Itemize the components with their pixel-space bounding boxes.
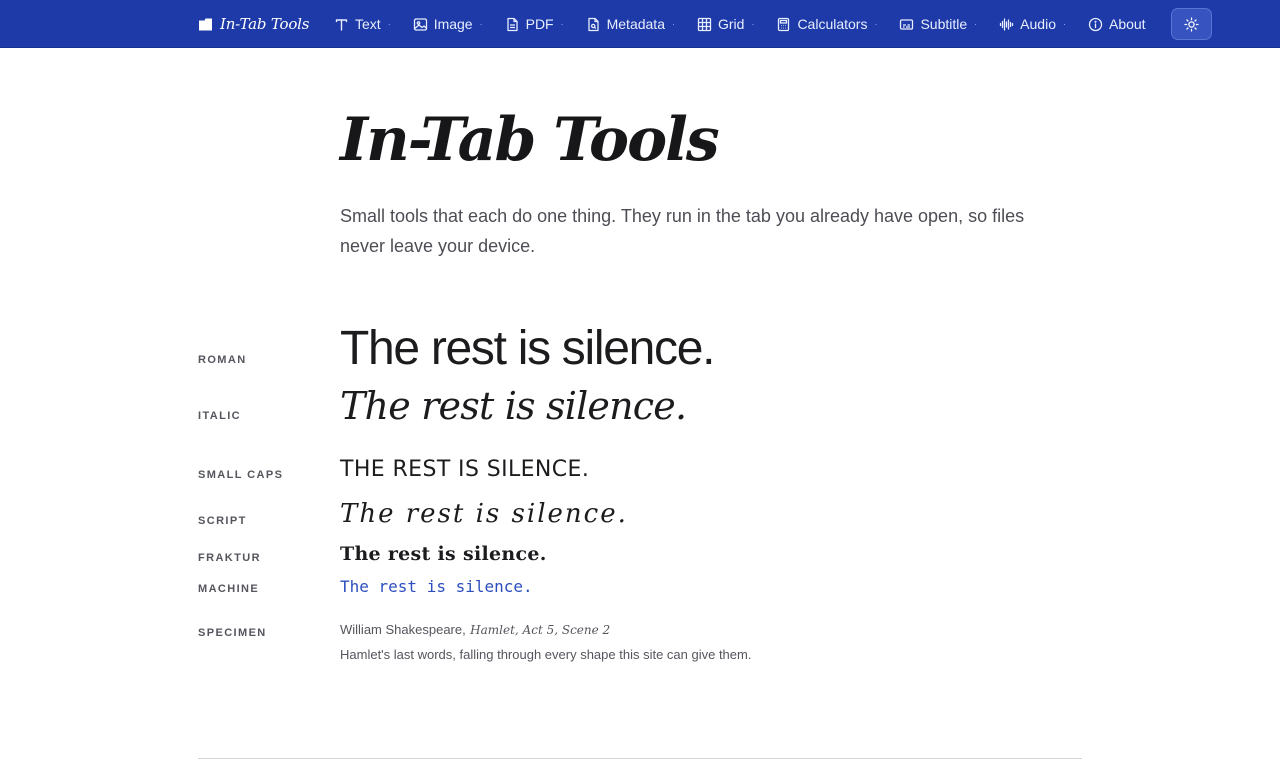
nav-item-about[interactable]: About [1088,16,1146,32]
nav-item-pdf[interactable]: PDF · [505,16,564,32]
calculator-icon [778,17,790,31]
nav-menu: Text · Image · PDF · Metadata · Grid · C… [334,0,1146,48]
nav-item-grid[interactable]: Grid · [697,16,754,32]
section-divider [198,758,1082,759]
dropdown-indicator: · [874,19,878,29]
dropdown-indicator: · [479,19,483,29]
specimen-sample-machine: The rest is silence. [340,577,533,596]
nav-item-label: Image [433,16,473,32]
specimen-label: Machine [198,583,260,595]
text-icon [335,18,348,31]
nav-item-metadata[interactable]: Metadata · [586,16,675,32]
theme-toggle-button[interactable] [1171,8,1212,40]
subtitle-icon [900,18,914,30]
dropdown-indicator: · [387,19,391,29]
nav-item-label: Text [355,16,381,32]
specimen-author: William Shakespeare, [340,622,466,637]
image-icon [413,17,427,31]
specimen-row-script: Script The rest is silence. [198,498,1098,532]
specimen-label: Fraktur [198,552,261,564]
specimen-sample-roman: The rest is silence. [340,322,715,375]
specimen-work: Hamlet, Act 5, Scene 2 [470,623,611,637]
specimen-row-credit: Specimen William Shakespeare, Hamlet, Ac… [198,620,1098,670]
specimen-row-roman: Roman The rest is silence. [198,319,1098,379]
specimen-label: Italic [198,410,242,422]
specimen-row-fraktur: Fraktur The rest is silence. [198,542,1098,568]
brand-name: In-Tab Tools [220,15,310,33]
specimen-note: Hamlet's last words, falling through eve… [340,647,752,662]
nav-item-label: Audio [1020,16,1056,32]
brand-link[interactable]: In-Tab Tools [198,0,309,48]
grid-icon [697,17,712,31]
nav-item-text[interactable]: Text · [334,16,391,32]
audio-icon [1000,17,1014,31]
nav-item-audio[interactable]: Audio · [999,16,1066,32]
specimen-row-machine: Machine The rest is silence. [198,576,1098,600]
specimen-label: Small Caps [198,469,284,481]
nav-item-image[interactable]: Image · [413,16,483,32]
nav-item-label: Grid [717,16,745,32]
specimen-label: Specimen [198,627,267,639]
specimen-row-italic: Italic The rest is silence. [198,382,1098,432]
specimen-citation: William Shakespeare, Hamlet, Act 5, Scen… [340,621,610,639]
nav-item-calculators[interactable]: Calculators · [776,16,877,32]
dropdown-indicator: · [751,19,755,29]
pdf-icon [506,17,518,31]
dropdown-indicator: · [671,19,675,29]
nav-item-label: Calculators [797,16,868,32]
nav-item-label: Subtitle [920,16,968,32]
top-nav: In-Tab Tools Text · Image · PDF · Metada… [0,0,1280,48]
specimen-sample-script: The rest is silence. [340,499,628,529]
specimen-sample-italic: The rest is silence. [340,384,687,428]
specimen-sample-fraktur: The rest is silence. [340,543,547,565]
page-intro: Small tools that each do one thing. They… [340,206,1025,256]
sun-icon [1184,16,1199,32]
dropdown-indicator: · [560,19,564,29]
specimen-row-small-caps: Small Caps THE REST IS SILENCE. [198,455,1098,487]
nav-item-label: About [1108,16,1146,32]
specimen-label: Roman [198,354,247,366]
info-icon [1088,17,1103,31]
tab-logo-icon [199,18,212,30]
nav-item-label: PDF [525,16,554,32]
dropdown-indicator: · [1062,19,1066,29]
specimen-label: Script [198,515,247,527]
metadata-icon [587,17,599,31]
page-title: In-Tab Tools [340,105,720,175]
specimen-sample-small-caps: THE REST IS SILENCE. [340,457,590,482]
dropdown-indicator: · [974,19,978,29]
nav-item-subtitle[interactable]: Subtitle · [899,16,977,32]
nav-item-label: Metadata [606,16,665,32]
